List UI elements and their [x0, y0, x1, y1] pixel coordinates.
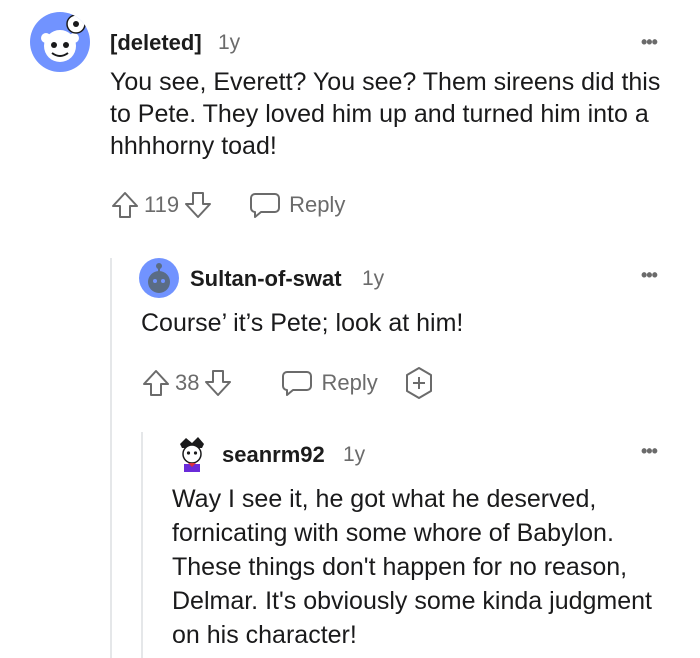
comment-age: 1y [343, 443, 366, 466]
comment-age: 1y [362, 267, 385, 290]
comment-username[interactable]: Sultan-of-swat [190, 266, 342, 292]
reply-bubble-icon [282, 371, 313, 396]
avatar[interactable] [139, 258, 179, 298]
reply-label: Reply [321, 370, 378, 395]
reply-label: Reply [289, 192, 346, 217]
avatar[interactable] [30, 12, 90, 72]
vote-score: 38 [175, 370, 200, 395]
upvote-icon[interactable] [141, 368, 171, 398]
comment-age: 1y [218, 31, 241, 54]
more-options-icon[interactable]: ••• [641, 32, 658, 53]
avatar[interactable] [172, 434, 212, 474]
comment-body: Course’ it’s Pete; look at him! [141, 309, 464, 337]
more-options-icon[interactable]: ••• [641, 265, 658, 286]
reply-button[interactable]: Reply [249, 190, 345, 220]
downvote-icon[interactable] [203, 368, 233, 398]
snoo-avatar-icon [148, 263, 170, 293]
comment-body: You see, Everett? You see? Them sireens … [110, 68, 661, 160]
comment-actions: 38 Reply [141, 366, 436, 400]
more-options-icon[interactable]: ••• [641, 441, 658, 462]
vote-score: 119 [144, 192, 180, 217]
thread-line-level-1 [110, 258, 112, 658]
award-icon[interactable] [402, 366, 436, 400]
downvote-icon[interactable] [183, 190, 213, 220]
snoo-avatar-icon [180, 437, 204, 472]
upvote-icon[interactable] [110, 190, 140, 220]
reply-bubble-icon [250, 193, 281, 218]
comment-body: Way I see it, he got what he deserved, f… [172, 485, 652, 649]
reply-button[interactable]: Reply [281, 368, 378, 398]
comment-username[interactable]: [deleted] [110, 30, 202, 56]
snoo-avatar-icon [41, 14, 86, 62]
comment-actions: 119 Reply [110, 190, 345, 220]
thread-line-level-2 [141, 432, 143, 658]
comment-username[interactable]: seanrm92 [222, 442, 325, 468]
